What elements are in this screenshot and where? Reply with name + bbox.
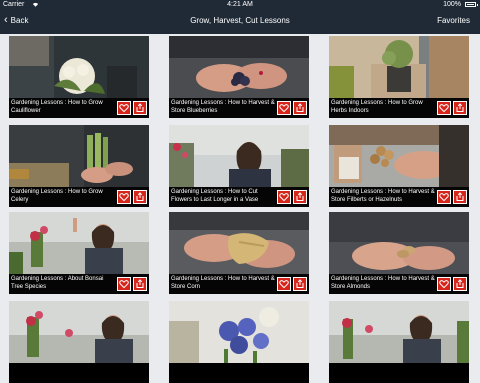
- lesson-title: Gardening Lessons : About Bonsai Tree Sp…: [11, 276, 104, 290]
- favorite-button[interactable]: [117, 101, 131, 115]
- share-button[interactable]: [133, 101, 147, 115]
- lesson-thumbnail[interactable]: [169, 212, 309, 274]
- lesson-card[interactable]: Gardening Lessons : How to Harvest & Sto…: [169, 36, 309, 118]
- lesson-title: Gardening Lessons : How to Harvest & Sto…: [331, 189, 435, 203]
- lesson-title: Gardening Lessons : How to Harvest & Sto…: [331, 276, 435, 290]
- lesson-card[interactable]: Gardening Lessons : How to Harvest & Sto…: [329, 212, 469, 294]
- battery-percent: 100%: [443, 1, 461, 8]
- lesson-thumbnail[interactable]: [169, 36, 309, 98]
- lesson-caption: Gardening Lessons : About Bonsai Tree Sp…: [9, 274, 149, 294]
- battery-icon: [465, 2, 478, 7]
- status-bar: Carrier 4:21 AM 100%: [0, 0, 480, 10]
- lesson-title: Gardening Lessons : How to Harvest & Sto…: [171, 100, 275, 114]
- lesson-card[interactable]: Gardening Lessons : About Bonsai Tree Sp…: [9, 212, 149, 294]
- lesson-caption: Gardening Lessons : How to Grow Celery: [9, 187, 149, 207]
- lesson-card[interactable]: [9, 301, 149, 383]
- lesson-thumbnail[interactable]: [329, 212, 469, 274]
- status-time: 4:21 AM: [227, 1, 253, 8]
- lesson-caption: Gardening Lessons : How to Grow Herbs In…: [329, 98, 469, 118]
- lesson-caption: Gardening Lessons : How to Cut Flowers t…: [169, 187, 309, 207]
- lesson-card[interactable]: Gardening Lessons : How to Harvest & Sto…: [329, 125, 469, 207]
- favorite-button[interactable]: [277, 277, 291, 291]
- heart-icon: [279, 280, 289, 289]
- lesson-thumbnail[interactable]: [169, 301, 309, 363]
- lesson-thumbnail[interactable]: [9, 212, 149, 274]
- lesson-caption: Gardening Lessons : How to Grow Cauliflo…: [9, 98, 149, 118]
- favorite-button[interactable]: [117, 190, 131, 204]
- lesson-title: Gardening Lessons : How to Grow Herbs In…: [331, 100, 423, 114]
- share-icon: [296, 192, 304, 201]
- heart-icon: [119, 280, 129, 289]
- favorite-button[interactable]: [277, 190, 291, 204]
- share-icon: [456, 103, 464, 112]
- lesson-caption: Gardening Lessons : How to Harvest & Sto…: [169, 98, 309, 118]
- heart-icon: [279, 193, 289, 202]
- lesson-caption: Gardening Lessons : How to Harvest & Sto…: [329, 187, 469, 207]
- nav-bar: ‹ Back Grow, Harvest, Cut Lessons Favori…: [0, 10, 480, 34]
- lesson-title: Gardening Lessons : How to Grow Cauliflo…: [11, 100, 103, 114]
- share-icon: [136, 192, 144, 201]
- lesson-card[interactable]: Gardening Lessons : How to Harvest & Sto…: [169, 212, 309, 294]
- lesson-card[interactable]: [329, 301, 469, 383]
- page-title: Grow, Harvest, Cut Lessons: [190, 16, 290, 25]
- lesson-card[interactable]: Gardening Lessons : How to Grow Herbs In…: [329, 36, 469, 118]
- share-button[interactable]: [453, 101, 467, 115]
- heart-icon: [439, 193, 449, 202]
- share-icon: [296, 279, 304, 288]
- lesson-caption: Gardening Lessons : How to Harvest & Sto…: [169, 274, 309, 294]
- favorites-button[interactable]: Favorites: [437, 16, 470, 25]
- lesson-thumbnail[interactable]: [9, 36, 149, 98]
- heart-icon: [119, 104, 129, 113]
- lesson-title: Gardening Lessons : How to Harvest & Sto…: [171, 276, 275, 290]
- share-button[interactable]: [133, 190, 147, 204]
- favorite-button[interactable]: [437, 190, 451, 204]
- lesson-grid: Gardening Lessons : How to Grow Cauliflo…: [0, 34, 480, 383]
- lesson-thumbnail[interactable]: [329, 36, 469, 98]
- share-button[interactable]: [453, 277, 467, 291]
- lesson-card[interactable]: Gardening Lessons : How to Grow Celery: [9, 125, 149, 207]
- heart-icon: [279, 104, 289, 113]
- heart-icon: [439, 104, 449, 113]
- share-icon: [296, 103, 304, 112]
- favorite-button[interactable]: [437, 101, 451, 115]
- share-button[interactable]: [133, 277, 147, 291]
- favorite-button[interactable]: [277, 101, 291, 115]
- lesson-thumbnail[interactable]: [169, 125, 309, 187]
- lesson-card[interactable]: Gardening Lessons : How to Cut Flowers t…: [169, 125, 309, 207]
- lesson-caption: Gardening Lessons : How to Harvest & Sto…: [329, 274, 469, 294]
- share-icon: [136, 103, 144, 112]
- lesson-card[interactable]: [169, 301, 309, 383]
- share-button[interactable]: [293, 190, 307, 204]
- favorite-button[interactable]: [117, 277, 131, 291]
- lesson-title: Gardening Lessons : How to Cut Flowers t…: [171, 189, 259, 203]
- heart-icon: [119, 193, 129, 202]
- lesson-title: Gardening Lessons : How to Grow Celery: [11, 189, 103, 203]
- favorite-button[interactable]: [437, 277, 451, 291]
- share-icon: [136, 279, 144, 288]
- lesson-thumbnail[interactable]: [9, 301, 149, 363]
- lesson-thumbnail[interactable]: [329, 125, 469, 187]
- lesson-thumbnail[interactable]: [329, 301, 469, 363]
- share-button[interactable]: [293, 101, 307, 115]
- share-icon: [456, 279, 464, 288]
- heart-icon: [439, 280, 449, 289]
- lesson-thumbnail[interactable]: [9, 125, 149, 187]
- lesson-card[interactable]: Gardening Lessons : How to Grow Cauliflo…: [9, 36, 149, 118]
- share-button[interactable]: [453, 190, 467, 204]
- share-button[interactable]: [293, 277, 307, 291]
- share-icon: [456, 192, 464, 201]
